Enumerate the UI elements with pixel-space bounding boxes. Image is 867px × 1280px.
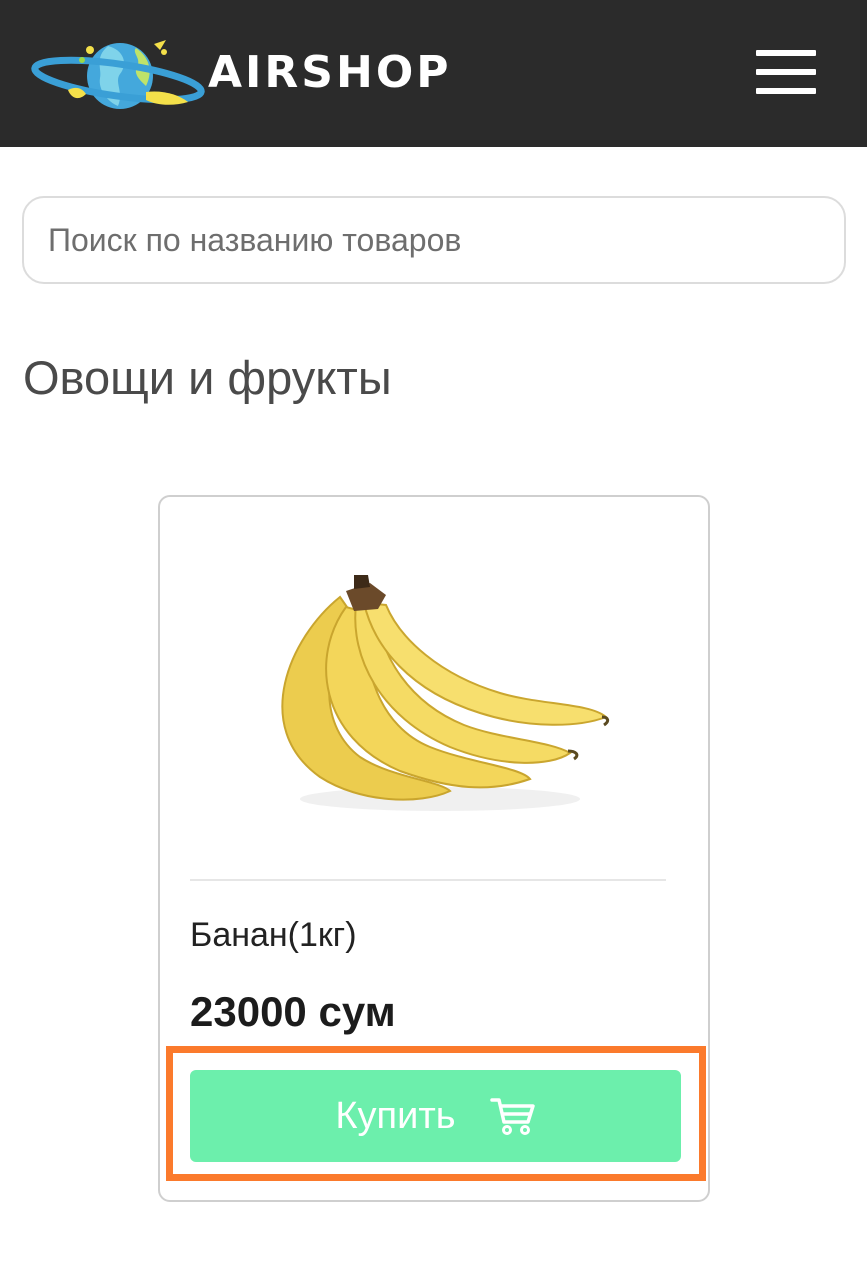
cart-icon [489, 1098, 535, 1135]
product-card: Банан(1кг) 23000 сум Купить [158, 495, 710, 1202]
buy-button[interactable]: Купить [190, 1070, 681, 1162]
banana-image[interactable] [250, 567, 610, 827]
menu-line [756, 50, 816, 56]
product-price: 23000 сум [190, 988, 396, 1035]
hamburger-menu-icon[interactable] [756, 50, 816, 94]
menu-line [756, 69, 816, 75]
brand-name[interactable]: AIRSHOP [208, 48, 451, 98]
card-divider [190, 879, 666, 881]
search-input[interactable] [22, 196, 846, 284]
category-title: Овощи и фрукты [23, 351, 392, 404]
buy-button-label: Купить [335, 1094, 456, 1137]
menu-line [756, 88, 816, 94]
planet-logo-icon[interactable] [28, 30, 208, 120]
top-header: AIRSHOP [0, 0, 867, 147]
product-name: Банан(1кг) [190, 916, 357, 954]
